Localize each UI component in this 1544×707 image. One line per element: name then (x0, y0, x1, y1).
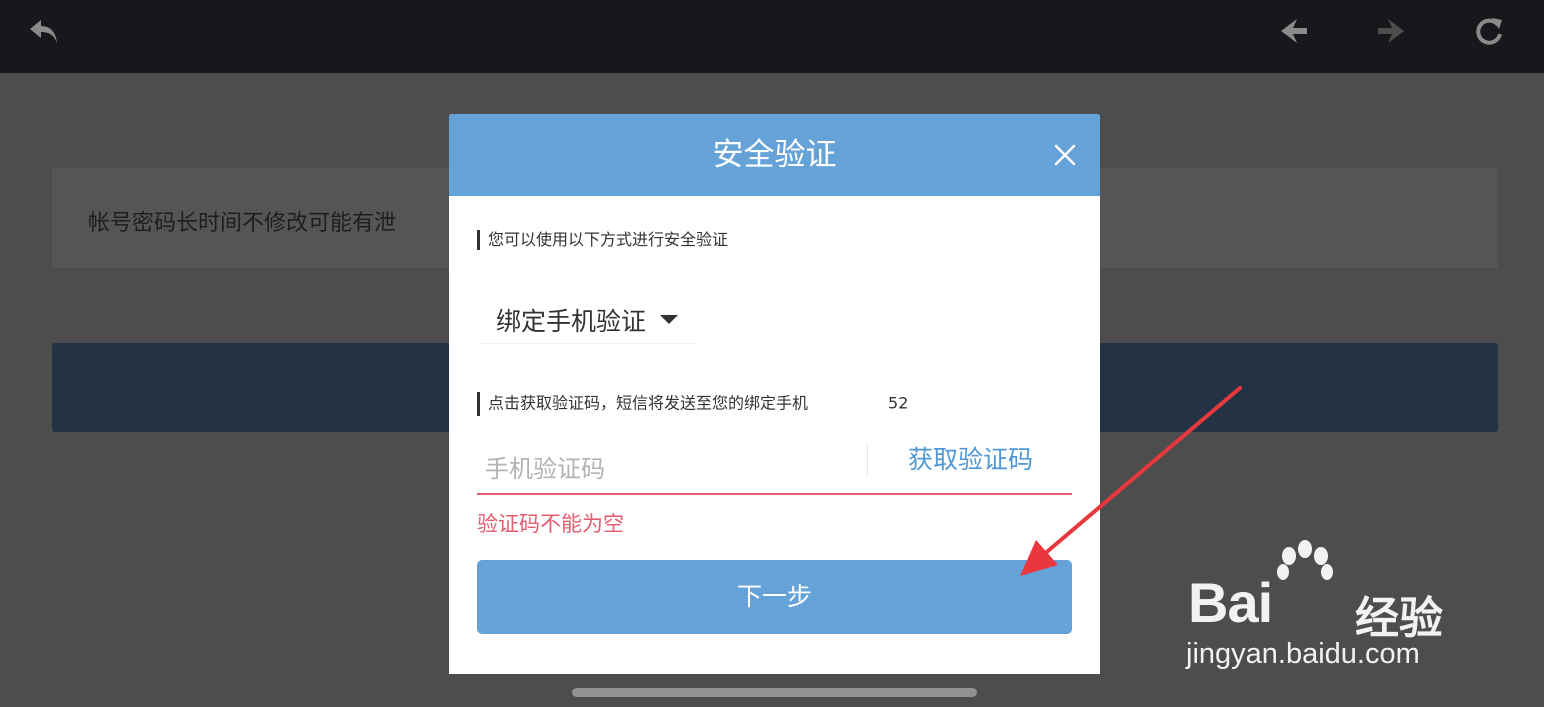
verify-method-select[interactable]: 绑定手机验证 (479, 296, 695, 344)
watermark-logo: Bai (1188, 571, 1273, 634)
paw-icon (1277, 540, 1333, 580)
intro-label: 您可以使用以下方式进行安全验证 (477, 230, 728, 250)
close-icon[interactable] (1048, 138, 1082, 172)
sms-code-field: 获取验证码 (477, 444, 1072, 495)
next-step-button[interactable]: 下一步 (477, 560, 1072, 634)
watermark-suffix: 经验 (1355, 593, 1443, 644)
sms-label: 点击获取验证码，短信将发送至您的绑定手机 52 (477, 386, 909, 416)
top-toolbar (0, 0, 1544, 73)
dialog-header: 安全验证 (449, 114, 1100, 196)
error-message: 验证码不能为空 (477, 512, 624, 536)
caret-down-icon (660, 315, 679, 324)
verify-method-value: 绑定手机验证 (496, 306, 647, 336)
back-arrow-icon[interactable] (27, 14, 61, 48)
sms-label-tail: 52 (888, 393, 909, 413)
nav-forward-icon[interactable] (1374, 14, 1408, 48)
security-verify-dialog: 安全验证 您可以使用以下方式进行安全验证 绑定手机验证 点击获取验证码，短信将发… (449, 114, 1100, 674)
baidu-watermark: Bai 经验 jingyan.baidu.com (1180, 540, 1500, 700)
sms-code-input[interactable] (477, 444, 867, 493)
sms-label-text: 点击获取验证码，短信将发送至您的绑定手机 (488, 393, 809, 413)
background-notice-text: 帐号密码长时间不修改可能有泄 (88, 211, 397, 236)
field-divider (867, 444, 868, 476)
masked-phone-number (808, 386, 889, 416)
get-code-button[interactable]: 获取验证码 (869, 444, 1072, 476)
nav-back-icon[interactable] (1277, 14, 1311, 48)
refresh-icon[interactable] (1472, 14, 1506, 48)
home-indicator (572, 688, 977, 697)
dialog-title: 安全验证 (712, 137, 837, 173)
watermark-url: jingyan.baidu.com (1186, 638, 1420, 670)
